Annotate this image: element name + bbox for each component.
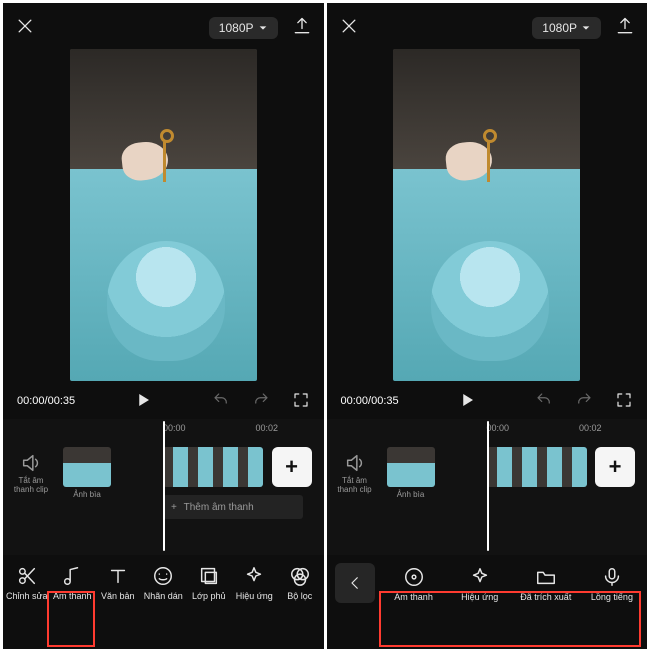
cover-label: Ảnh bìa — [63, 490, 111, 499]
close-icon[interactable] — [15, 16, 35, 41]
mute-clip-label: Tắt âm thanh clip — [9, 476, 53, 494]
text-icon — [107, 565, 129, 587]
tool-text[interactable]: Văn bản — [96, 556, 140, 610]
timecode: 00:00/00:35 — [341, 395, 399, 407]
audio-toolbar: Âm thanh Hiệu ứng Đã trích xuất Lồng tiế… — [327, 555, 648, 613]
fullscreen-icon[interactable] — [615, 391, 633, 412]
editor-screen-left: 1080P 00:00/00:35 00:0000:02 Tắt âm than… — [3, 3, 324, 649]
folder-icon — [535, 566, 557, 588]
preview-area — [327, 47, 648, 385]
cover-label: Ảnh bìa — [387, 490, 435, 499]
resolution-picker[interactable]: 1080P — [532, 17, 601, 39]
cover-thumbnail[interactable]: Ảnh bìa — [63, 447, 111, 499]
resolution-label: 1080P — [542, 21, 577, 35]
tool-label: Âm thanh — [394, 592, 433, 602]
mute-clip-button[interactable]: Tắt âm thanh clip — [333, 452, 377, 494]
undo-icon[interactable] — [535, 391, 553, 412]
add-clip-button[interactable]: + — [595, 447, 635, 487]
back-button[interactable] — [335, 563, 375, 603]
resolution-label: 1080P — [219, 21, 254, 35]
export-icon[interactable] — [615, 16, 635, 41]
playhead[interactable] — [487, 421, 489, 551]
play-button[interactable] — [458, 391, 476, 412]
undo-icon[interactable] — [212, 391, 230, 412]
tool-effect[interactable]: Hiệu ứng — [233, 556, 277, 610]
tool-extracted[interactable]: Đã trích xuất — [513, 557, 579, 611]
mute-clip-button[interactable]: Tắt âm thanh clip — [9, 452, 53, 494]
disc-icon — [403, 566, 425, 588]
sparkle-icon — [243, 565, 265, 587]
redo-icon[interactable] — [575, 391, 593, 412]
topbar: 1080P — [327, 3, 648, 47]
video-preview[interactable] — [70, 49, 257, 381]
export-icon[interactable] — [292, 16, 312, 41]
sticker-icon — [152, 565, 174, 587]
sparkle-icon — [469, 566, 491, 588]
bottom-toolbar: Chỉnh sửa Âm thanh Văn bản Nhãn dán Lớp … — [3, 555, 324, 613]
resolution-picker[interactable]: 1080P — [209, 17, 278, 39]
chevron-left-icon — [346, 574, 364, 592]
music-note-icon — [61, 565, 83, 587]
tool-label: Bộ lọc — [287, 591, 312, 601]
topbar: 1080P — [3, 3, 324, 47]
cover-thumbnail[interactable]: Ảnh bìa — [387, 447, 435, 499]
play-button[interactable] — [134, 391, 152, 412]
editor-screen-right: 1080P 00:00/00:35 00:0000:02 Tắt âm than… — [327, 3, 648, 649]
transport-bar: 00:00/00:35 — [327, 385, 648, 419]
overlay-icon — [198, 565, 220, 587]
tool-audio[interactable]: Âm thanh — [381, 557, 447, 611]
scissors-icon — [16, 565, 38, 587]
tool-label: Lồng tiếng — [591, 592, 633, 602]
transport-bar: 00:00/00:35 — [3, 385, 324, 419]
video-clip[interactable] — [487, 447, 587, 487]
tool-label: Đã trích xuất — [520, 592, 571, 602]
close-icon[interactable] — [339, 16, 359, 41]
add-audio-track[interactable]: + Thêm âm thanh — [163, 495, 303, 519]
tool-label: Nhãn dán — [144, 591, 183, 601]
video-clip[interactable] — [163, 447, 263, 487]
mic-icon — [601, 566, 623, 588]
tool-filter[interactable]: Bộ lọc — [278, 556, 322, 610]
tool-sticker[interactable]: Nhãn dán — [142, 556, 186, 610]
mute-clip-label: Tắt âm thanh clip — [333, 476, 377, 494]
tool-overlay[interactable]: Lớp phủ — [187, 556, 231, 610]
tool-voice[interactable]: Lồng tiếng — [579, 557, 645, 611]
tool-label: Chỉnh sửa — [6, 591, 48, 601]
tool-effect[interactable]: Hiệu ứng — [447, 557, 513, 611]
timeline[interactable]: 00:0000:02 Tắt âm thanh clip Ảnh bìa + — [327, 419, 648, 555]
filter-icon — [289, 565, 311, 587]
video-preview[interactable] — [393, 49, 580, 381]
tool-label: Văn bản — [101, 591, 135, 601]
playhead[interactable] — [163, 421, 165, 551]
tool-label: Lớp phủ — [192, 591, 225, 601]
tool-audio[interactable]: Âm thanh — [51, 556, 95, 610]
tool-label: Âm thanh — [53, 591, 92, 601]
tool-label: Hiệu ứng — [236, 591, 273, 601]
fullscreen-icon[interactable] — [292, 391, 310, 412]
timecode: 00:00/00:35 — [17, 395, 75, 407]
add-audio-label: Thêm âm thanh — [184, 502, 254, 513]
redo-icon[interactable] — [252, 391, 270, 412]
tool-label: Hiệu ứng — [461, 592, 498, 602]
tool-edit[interactable]: Chỉnh sửa — [5, 556, 49, 610]
timeline[interactable]: 00:0000:02 Tắt âm thanh clip Ảnh bìa + +… — [3, 419, 324, 555]
add-clip-button[interactable]: + — [272, 447, 312, 487]
preview-area — [3, 47, 324, 385]
